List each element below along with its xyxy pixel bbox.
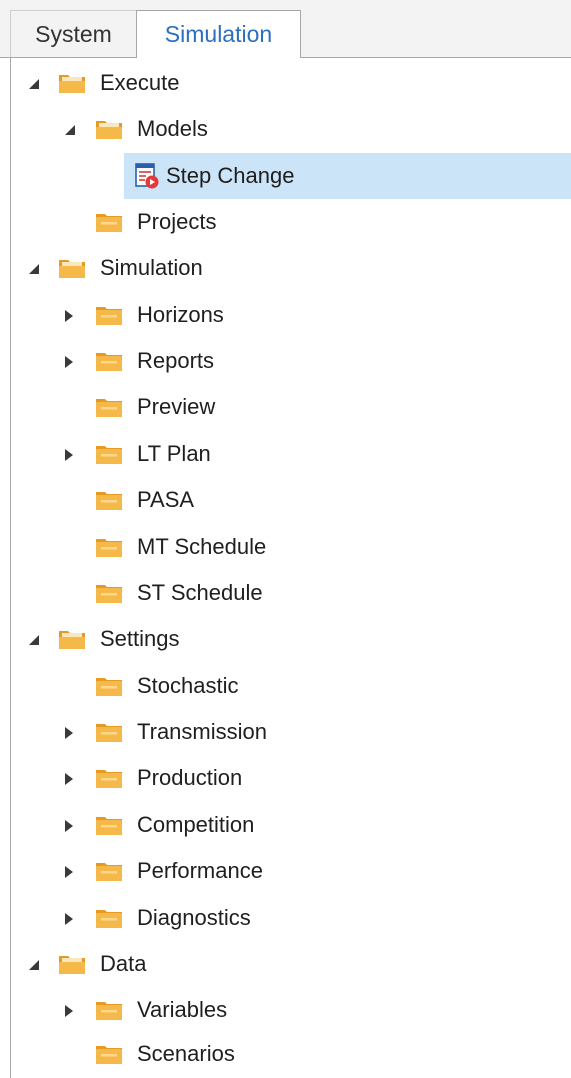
folder-icon (95, 907, 123, 929)
tree-node-label: Competition (137, 812, 255, 837)
collapsed-arrow-icon[interactable] (62, 819, 76, 833)
expanded-arrow-icon[interactable] (27, 633, 41, 647)
tree-node-horizons[interactable]: Horizons (0, 293, 571, 339)
folder-icon (95, 396, 123, 418)
tree-node-label: PASA (137, 487, 195, 512)
tree-node-label: Projects (137, 209, 217, 234)
tree-node-transmission[interactable]: Transmission (0, 710, 571, 756)
folder-icon (95, 999, 123, 1021)
tree-node-label: Data (100, 951, 147, 976)
tree-node-performance[interactable]: Performance (0, 849, 571, 895)
folder-icon (95, 489, 123, 511)
expanded-arrow-icon[interactable] (27, 77, 41, 91)
tree-node-lt-plan[interactable]: LT Plan (0, 432, 571, 478)
folder-icon (95, 721, 123, 743)
navigation-tree: Execute Models Step Change Projects Simu… (0, 0, 571, 1078)
tree-node-execute[interactable]: Execute (0, 61, 571, 107)
collapsed-arrow-icon[interactable] (62, 865, 76, 879)
tree-node-simulation[interactable]: Simulation (0, 246, 571, 292)
tree-node-label: Diagnostics (137, 905, 251, 930)
folder-icon (95, 582, 123, 604)
folder-icon (95, 860, 123, 882)
tree-node-data[interactable]: Data (0, 942, 571, 988)
tree-node-label: Settings (100, 626, 180, 651)
expanded-arrow-icon[interactable] (27, 958, 41, 972)
tree-node-variables[interactable]: Variables (0, 988, 571, 1034)
tree-node-label: Execute (100, 70, 180, 95)
folder-icon (95, 1043, 123, 1065)
tree-node-mt-schedule[interactable]: MT Schedule (0, 525, 571, 571)
tree-node-pasa[interactable]: PASA (0, 478, 571, 524)
expanded-arrow-icon[interactable] (27, 262, 41, 276)
tree-node-label: Variables (137, 997, 228, 1022)
folder-icon (95, 304, 123, 326)
tree-node-label: Transmission (137, 719, 267, 744)
folder-open-icon (58, 953, 86, 975)
tree-node-stochastic[interactable]: Stochastic (0, 664, 571, 710)
tree-node-label: Performance (137, 858, 263, 883)
tree-node-competition[interactable]: Competition (0, 803, 571, 849)
folder-icon (95, 443, 123, 465)
folder-open-icon (95, 118, 123, 140)
collapsed-arrow-icon[interactable] (62, 1004, 76, 1018)
collapsed-arrow-icon[interactable] (62, 355, 76, 369)
tree-node-label: Scenarios (137, 1041, 235, 1066)
tree-node-models[interactable]: Models (0, 107, 571, 153)
tree-node-label: Preview (137, 394, 216, 419)
expanded-arrow-icon[interactable] (63, 123, 77, 137)
tree-node-label: Models (137, 116, 208, 141)
tree-node-label: ST Schedule (137, 580, 263, 605)
folder-open-icon (58, 257, 86, 279)
folder-open-icon (58, 628, 86, 650)
folder-icon (95, 211, 123, 233)
model-run-icon (134, 162, 160, 190)
tree-node-step-change[interactable]: Step Change (124, 153, 571, 199)
folder-icon (95, 536, 123, 558)
collapsed-arrow-icon[interactable] (62, 726, 76, 740)
collapsed-arrow-icon[interactable] (62, 912, 76, 926)
tree-node-label: Production (137, 765, 243, 790)
folder-open-icon (58, 72, 86, 94)
collapsed-arrow-icon[interactable] (62, 448, 76, 462)
tree-node-label: LT Plan (137, 441, 211, 466)
tree-node-production[interactable]: Production (0, 756, 571, 802)
tree-node-diagnostics[interactable]: Diagnostics (0, 896, 571, 942)
tree-node-st-schedule[interactable]: ST Schedule (0, 571, 571, 617)
collapsed-arrow-icon[interactable] (62, 309, 76, 323)
tree-node-label: Step Change (166, 163, 295, 188)
tree-node-scenarios[interactable]: Scenarios (0, 1032, 571, 1078)
folder-icon (95, 350, 123, 372)
tree-node-label: Simulation (100, 255, 203, 280)
tree-node-label: Stochastic (137, 673, 239, 698)
folder-icon (95, 675, 123, 697)
tree-node-label: Reports (137, 348, 215, 373)
folder-icon (95, 814, 123, 836)
tree-node-preview[interactable]: Preview (0, 385, 571, 431)
tree-node-reports[interactable]: Reports (0, 339, 571, 385)
tree-node-projects[interactable]: Projects (0, 200, 571, 246)
collapsed-arrow-icon[interactable] (62, 772, 76, 786)
tree-node-label: MT Schedule (137, 534, 267, 559)
tree-node-label: Horizons (137, 302, 224, 327)
tree-node-settings[interactable]: Settings (0, 617, 571, 663)
folder-icon (95, 767, 123, 789)
tab-simulation[interactable]: Simulation (136, 10, 301, 58)
